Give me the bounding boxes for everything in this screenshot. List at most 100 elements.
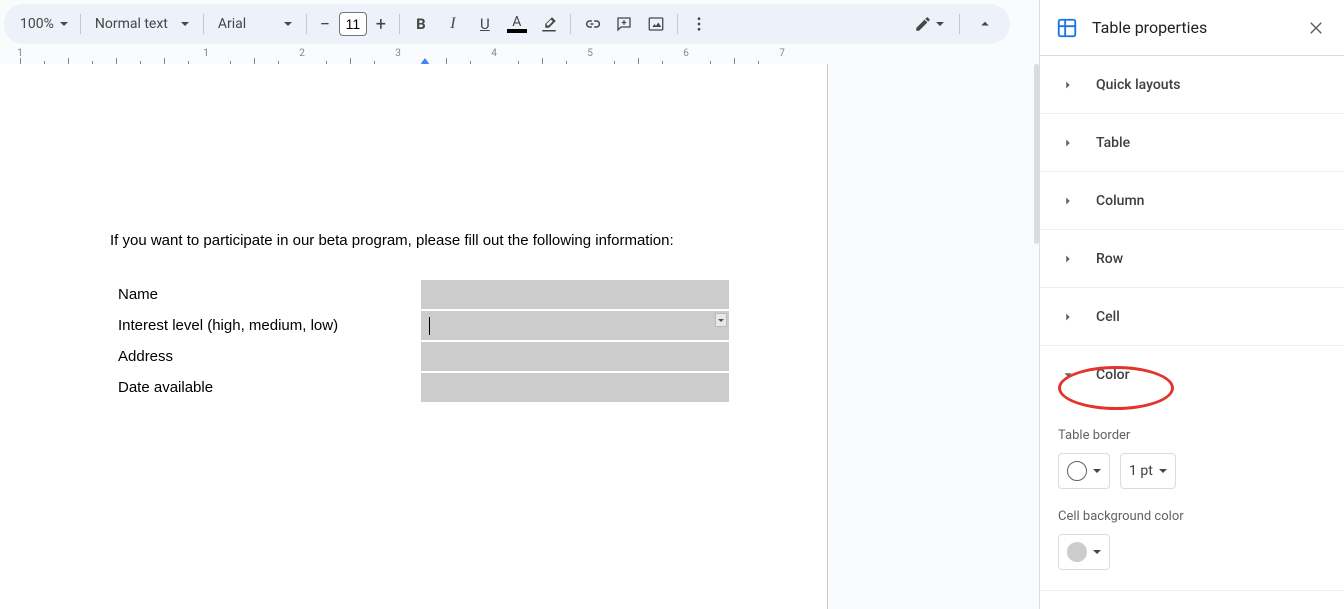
caret-icon [181,22,189,26]
toolbar-right [909,9,1000,39]
section-quick-layouts[interactable]: Quick layouts [1040,56,1344,114]
divider [570,14,571,34]
close-icon [1307,19,1325,37]
caret-icon [1093,550,1101,554]
chevron-right-icon [1058,136,1078,150]
section-row[interactable]: Row [1040,230,1344,288]
font-label: Arial [218,16,246,32]
ruler[interactable]: 1 1 2 3 4 5 6 7 [0,48,1034,65]
caret-icon [1159,469,1167,473]
section-label: Column [1096,193,1144,209]
field-input[interactable] [420,341,730,372]
caret-icon [936,22,944,26]
insert-link-button[interactable] [577,9,607,39]
border-width-value: 1 pt [1129,463,1153,479]
cell-dropdown-button[interactable] [715,313,727,327]
comment-plus-icon [615,15,633,33]
ruler-tick-label: 5 [587,48,593,59]
close-panel-button[interactable] [1304,16,1328,40]
section-color-body: Table border 1 pt Cell background color [1040,404,1344,591]
paragraph-style-select[interactable]: Normal text [87,9,197,39]
italic-button[interactable]: I [438,9,468,39]
divider [306,14,307,34]
highlight-button[interactable] [534,9,564,39]
table-row[interactable]: Address [110,341,730,372]
table-border-label: Table border [1058,428,1326,443]
divider [959,14,960,34]
caret-icon [284,22,292,26]
chevron-right-icon [1058,310,1078,324]
cell-bg-color-select[interactable] [1058,534,1110,570]
table-row[interactable]: Name [110,279,730,310]
chevron-right-icon [1058,194,1078,208]
panel-header: Table properties [1040,0,1344,56]
caret-icon [1093,469,1101,473]
divider [203,14,204,34]
ruler-tick-label: 1 [203,48,209,59]
panel-title: Table properties [1092,18,1290,37]
chevron-right-icon [1058,252,1078,266]
chevron-up-icon [976,15,994,33]
section-label: Color [1096,367,1130,383]
font-family-select[interactable]: Arial [210,9,300,39]
text-color-button[interactable]: A [502,9,532,39]
border-color-select[interactable] [1058,453,1110,489]
ruler-tick-label: 3 [395,48,401,59]
ruler-tick-label: 4 [491,48,497,59]
document-canvas: If you want to participate in our beta p… [0,64,1034,609]
caret-icon [60,22,68,26]
border-width-select[interactable]: 1 pt [1120,453,1176,489]
divider [399,14,400,34]
more-vert-icon [690,15,708,33]
page[interactable]: If you want to participate in our beta p… [0,64,828,609]
field-input[interactable] [420,310,730,341]
chevron-right-icon [1058,78,1078,92]
pencil-icon [914,15,932,33]
table-icon [1056,17,1078,39]
field-label[interactable]: Date available [110,372,420,403]
color-swatch-icon [1067,461,1087,481]
link-icon [583,15,601,33]
image-icon [647,15,665,33]
section-table[interactable]: Table [1040,114,1344,172]
add-comment-button[interactable] [609,9,639,39]
more-button[interactable] [684,9,714,39]
section-label: Table [1096,135,1130,151]
table-properties-panel: Table properties Quick layouts Table Col… [1039,0,1344,609]
field-input[interactable] [420,279,730,310]
ruler-tick-label: 2 [299,48,305,59]
section-cell[interactable]: Cell [1040,288,1344,346]
field-label[interactable]: Name [110,279,420,310]
toolbar: 100% Normal text Arial − + B I U A [4,4,1010,44]
highlighter-icon [540,15,558,33]
section-color[interactable]: Color [1040,346,1344,404]
bold-button[interactable]: B [406,9,436,39]
style-label: Normal text [95,16,168,32]
increase-font-size-button[interactable]: + [369,9,393,39]
decrease-font-size-button[interactable]: − [313,9,337,39]
zoom-select[interactable]: 100% [14,9,74,39]
collapse-toolbar-button[interactable] [970,9,1000,39]
editing-mode-button[interactable] [909,9,949,39]
cell-bg-label: Cell background color [1058,509,1326,524]
field-label[interactable]: Interest level (high, medium, low) [110,310,420,341]
font-size-input[interactable] [339,12,367,36]
zoom-value: 100% [20,16,54,32]
field-label[interactable]: Address [110,341,420,372]
chevron-down-icon [1058,368,1078,382]
divider [80,14,81,34]
color-swatch-icon [1067,542,1087,562]
ruler-tick-label: 6 [683,48,689,59]
field-input[interactable] [420,372,730,403]
section-label: Quick layouts [1096,77,1180,93]
table-row[interactable]: Interest level (high, medium, low) [110,310,730,341]
form-table[interactable]: Name Interest level (high, medium, low) … [110,279,730,403]
underline-button[interactable]: U [470,9,500,39]
insert-image-button[interactable] [641,9,671,39]
section-column[interactable]: Column [1040,172,1344,230]
section-label: Row [1096,251,1123,267]
ruler-tick-label: 7 [779,48,785,59]
intro-text[interactable]: If you want to participate in our beta p… [110,232,731,249]
section-label: Cell [1096,309,1120,325]
table-row[interactable]: Date available [110,372,730,403]
